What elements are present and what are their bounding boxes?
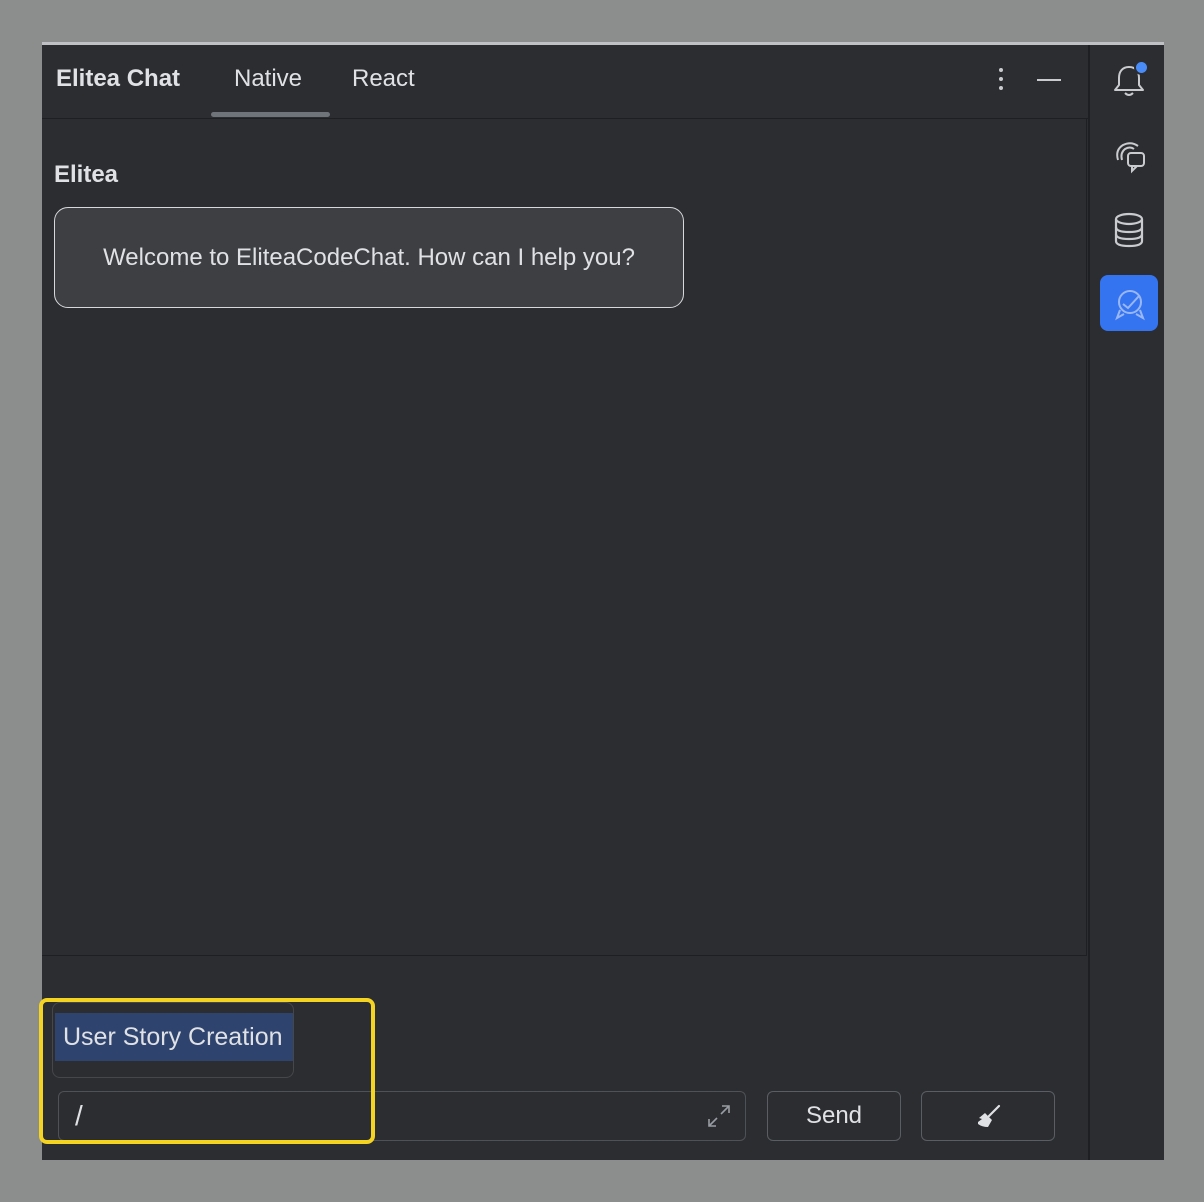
- minimize-icon[interactable]: [1034, 65, 1064, 93]
- chat-input[interactable]: /: [58, 1091, 746, 1141]
- elitea-button[interactable]: [1100, 275, 1158, 331]
- elitea-chat-tool-window: Elitea Chat Native React Elitea Welcome …: [39, 45, 1088, 1160]
- right-tool-strip: [1088, 45, 1164, 1160]
- active-tab-indicator: [211, 112, 330, 117]
- tab-native[interactable]: Native: [234, 65, 302, 93]
- message-bubble: Welcome to EliteaCodeChat. How can I hel…: [54, 207, 684, 308]
- clear-chat-button[interactable]: [921, 1091, 1055, 1141]
- message-sender: Elitea: [54, 161, 119, 188]
- tab-react[interactable]: React: [352, 65, 415, 93]
- notification-badge: [1134, 60, 1149, 75]
- send-button[interactable]: Send: [767, 1091, 901, 1141]
- command-suggestion-popup: User Story Creation: [52, 1002, 294, 1078]
- tool-window-title: Elitea Chat: [56, 65, 181, 92]
- broom-icon: [978, 1104, 1001, 1127]
- database-button[interactable]: [1100, 201, 1158, 257]
- ai-chat-button[interactable]: [1100, 127, 1158, 183]
- tool-window-header: Elitea Chat Native React: [42, 45, 1088, 119]
- ide-window: Elitea Chat Native React Elitea Welcome …: [39, 42, 1164, 1160]
- notifications-button[interactable]: [1100, 52, 1158, 108]
- expand-icon[interactable]: [705, 1102, 733, 1130]
- database-icon: [1114, 212, 1144, 248]
- elitea-icon: [1115, 290, 1145, 321]
- suggestion-item-user-story-creation[interactable]: User Story Creation: [55, 1013, 293, 1061]
- more-vertical-icon[interactable]: [990, 65, 1012, 93]
- ai-chat-icon: [1116, 142, 1145, 174]
- chat-messages-area: Elitea Welcome to EliteaCodeChat. How ca…: [42, 119, 1087, 956]
